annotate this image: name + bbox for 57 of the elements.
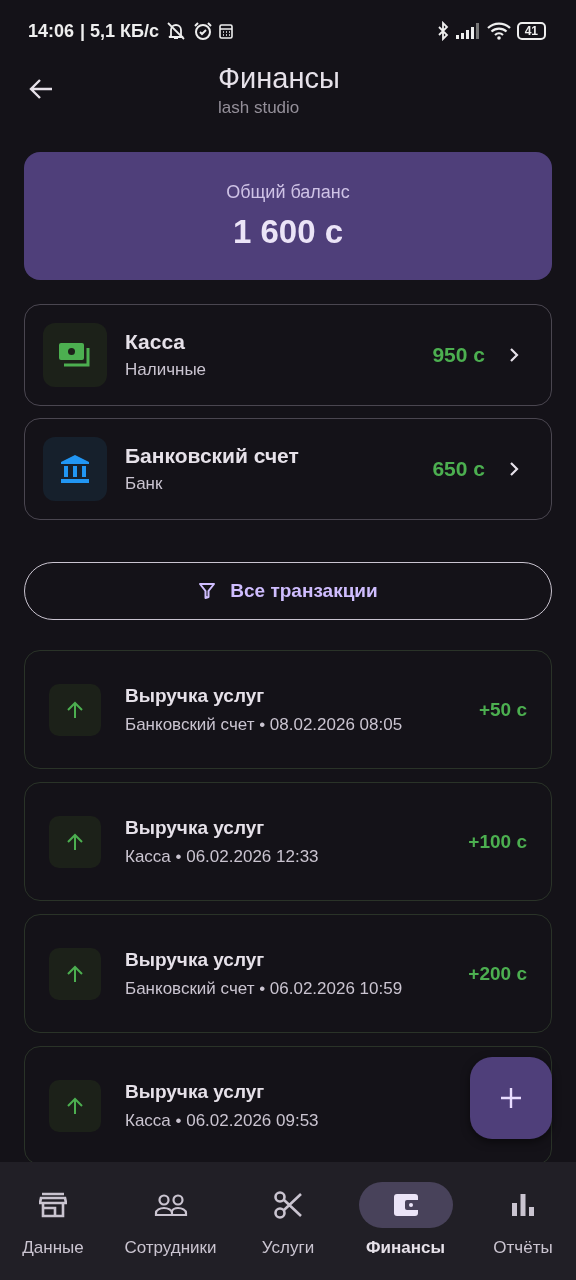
nav-label: Финансы: [366, 1238, 445, 1258]
plus-icon: [500, 1087, 522, 1109]
chevron-right-icon: [509, 461, 519, 477]
transaction-title: Выручка услуг: [125, 816, 265, 839]
nav-label: Данные: [22, 1238, 84, 1258]
transaction-title: Выручка услуг: [125, 1080, 265, 1103]
filter-icon: [198, 582, 217, 600]
network-speed: | 5,1 КБ/с: [80, 20, 160, 42]
account-balance: 950 с: [432, 343, 485, 367]
transaction-details: Касса • 06.02.2026 12:33: [125, 846, 319, 867]
transaction-amount: +50 с: [478, 698, 527, 721]
people-icon: [153, 1193, 188, 1217]
account-name: Банковский счет: [125, 444, 300, 468]
bar-chart-icon: [511, 1193, 535, 1217]
alarm-icon: [193, 21, 214, 41]
balance-amount: 1 600 с: [232, 212, 344, 251]
cash-icon: [58, 341, 92, 369]
transaction-title: Выручка услуг: [125, 684, 265, 707]
wifi-icon: [486, 22, 511, 40]
nav-label: Услуги: [261, 1238, 315, 1258]
account-type: Банк: [125, 474, 164, 494]
wallet-icon: [391, 1192, 420, 1218]
arrow-up-icon: [65, 963, 85, 984]
chevron-right-icon: [509, 347, 519, 363]
nav-tab[interactable]: [358, 1182, 453, 1228]
arrow-up-icon: [65, 699, 85, 720]
storefront-icon: [39, 1192, 67, 1218]
page-title: Финансы: [218, 62, 340, 94]
arrow-up-icon: [65, 1095, 85, 1116]
transaction-card[interactable]: Выручка услуг Банковский счет • 08.02.2026 08:05 +50 с: [24, 650, 552, 769]
status-time: 14:06: [28, 20, 75, 42]
calendar-icon: [219, 23, 234, 39]
transaction-details: Банковский счет • 06.02.2026 10:59: [125, 978, 403, 999]
nav-label: Отчёты: [493, 1238, 553, 1258]
bank-icon: [59, 453, 91, 485]
battery-indicator: 41: [516, 22, 546, 40]
transaction-title: Выручка услуг: [125, 948, 265, 971]
transaction-amount: +200 с: [468, 962, 527, 985]
transaction-details: Банковский счет • 08.02.2026 08:05: [125, 714, 403, 735]
transaction-card[interactable]: Выручка услуг Банковский счет • 06.02.2026 10:59 +200 с: [24, 914, 552, 1033]
account-name: Касса: [125, 330, 187, 354]
transaction-card[interactable]: Выручка услуг Касса • 06.02.2026 12:33 +100 с: [24, 782, 552, 901]
transaction-amount: +100 с: [468, 830, 527, 853]
bluetooth-icon: [436, 21, 449, 41]
transaction-details: Касса • 06.02.2026 09:53: [125, 1110, 319, 1131]
page-subtitle: lash studio: [218, 98, 301, 118]
balance-label: Общий баланс: [226, 181, 350, 203]
signal-icon: [454, 22, 481, 40]
add-button[interactable]: [470, 1057, 552, 1139]
account-card[interactable]: Банковский счет Банк 650 с: [24, 418, 552, 520]
nav-label: Сотрудники: [124, 1238, 217, 1258]
account-balance: 650 с: [432, 457, 485, 481]
back-arrow-icon[interactable]: [28, 78, 54, 100]
account-card[interactable]: Касса Наличные 950 с: [24, 304, 552, 406]
scissors-icon: [273, 1190, 303, 1220]
arrow-up-icon: [65, 831, 85, 852]
account-type: Наличные: [125, 360, 208, 380]
